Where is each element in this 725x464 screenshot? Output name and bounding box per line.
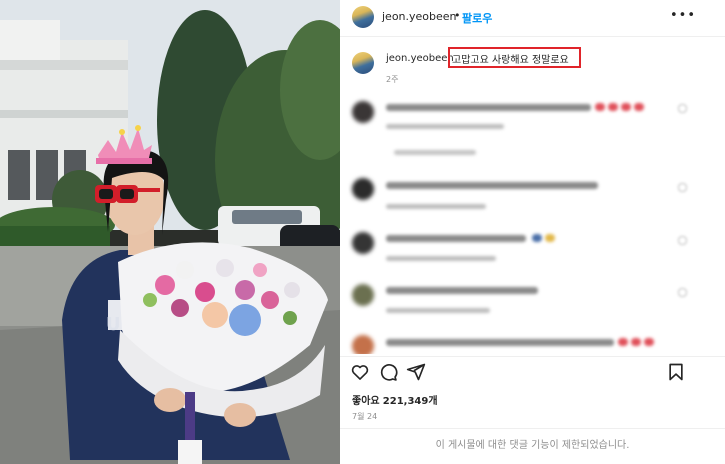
comment-like-icon[interactable] [678, 104, 687, 113]
caption-text: 고맙고요 사랑해요 정말로요 [452, 55, 569, 66]
comment-emoji-blurred [532, 234, 542, 242]
author-username[interactable]: jeon.yeobeen [382, 10, 457, 23]
footer-divider [340, 428, 725, 429]
comment-avatar[interactable] [352, 284, 374, 306]
comment-meta-blurred [386, 124, 504, 129]
comment-like-icon[interactable] [678, 183, 687, 192]
caption-time: 2주 [386, 75, 399, 84]
comment-text-blurred [386, 182, 598, 189]
post-date: 7월 24 [352, 412, 378, 421]
comment-icon[interactable] [378, 362, 398, 382]
comment-emoji-blurred [545, 234, 555, 242]
post-photo[interactable]: US [0, 0, 340, 464]
comment-list[interactable] [340, 92, 725, 354]
comment-avatar[interactable] [352, 178, 374, 200]
likes-number: 221,349개 [382, 396, 438, 407]
separator-dot: • [454, 9, 461, 22]
comment-text-blurred [386, 235, 526, 242]
comment-emoji-blurred [595, 103, 605, 111]
comment-text-blurred [386, 339, 614, 346]
post-details: jeon.yeobeen • 팔로우 ••• jeon.yeobeen 고맙고요… [340, 0, 725, 464]
likes-count[interactable]: 좋아요 221,349개 [352, 392, 438, 407]
comment-emoji-blurred [631, 338, 641, 346]
comment-text-blurred [386, 287, 538, 294]
action-bar [340, 358, 725, 388]
more-options-icon[interactable]: ••• [670, 8, 696, 23]
comment-text-blurred [386, 104, 591, 111]
instagram-post: US jeon.yeobeen • 팔로우 ••• jeon.yeobeen 고… [0, 0, 725, 464]
comment-meta-blurred [386, 204, 486, 209]
comment-avatar[interactable] [352, 101, 374, 123]
author-avatar[interactable] [352, 6, 374, 28]
comment-avatar[interactable] [352, 232, 374, 254]
actions-divider [340, 356, 725, 357]
share-icon[interactable] [406, 362, 426, 382]
comment-emoji-blurred [608, 103, 618, 111]
comment-emoji-blurred [621, 103, 631, 111]
comments-restricted-notice: 이 게시물에 대한 댓글 기능이 제한되었습니다. [435, 440, 630, 451]
comment-like-icon[interactable] [678, 236, 687, 245]
view-replies-blurred[interactable] [394, 150, 476, 155]
comment-emoji-blurred [618, 338, 628, 346]
likes-label: 좋아요 [352, 396, 380, 407]
header-divider [340, 36, 725, 37]
caption-username[interactable]: jeon.yeobeen [386, 53, 454, 64]
comment-like-icon[interactable] [678, 288, 687, 297]
comment-emoji-blurred [644, 338, 654, 346]
comment-avatar[interactable] [352, 335, 374, 354]
follow-button[interactable]: 팔로우 [462, 10, 492, 26]
caption-avatar[interactable] [352, 52, 374, 74]
comment-meta-blurred [386, 308, 490, 313]
bookmark-icon[interactable] [666, 362, 686, 382]
comment-meta-blurred [386, 256, 496, 261]
post-header: jeon.yeobeen • 팔로우 ••• [340, 0, 725, 36]
post-photo-image: US [0, 0, 340, 464]
heart-icon[interactable] [350, 362, 370, 382]
comment-emoji-blurred [634, 103, 644, 111]
